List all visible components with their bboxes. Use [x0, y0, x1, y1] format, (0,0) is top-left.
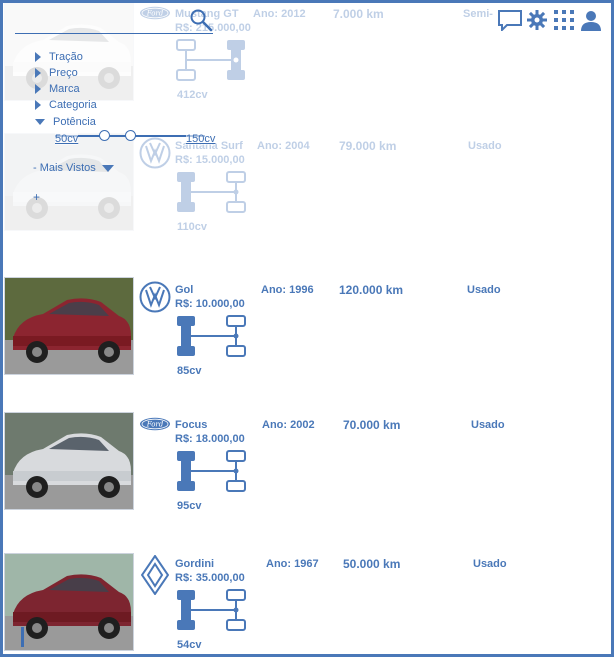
search-icon[interactable]: [189, 8, 213, 32]
car-power: 54cv: [177, 639, 202, 651]
car-year: Ano: 2002: [262, 419, 315, 431]
search-input[interactable]: [15, 33, 213, 34]
drivetrain-icon: [175, 315, 247, 359]
car-price: R$: 18.000,00: [175, 433, 245, 445]
car-price: R$: 15.000,00: [175, 154, 245, 166]
car-mileage: 79.000 km: [339, 139, 397, 153]
car-condition: Usado: [473, 558, 507, 570]
car-model: Gol: [175, 284, 194, 296]
car-price: R$: 10.000,00: [175, 298, 245, 310]
car-power: 95cv: [177, 500, 202, 512]
svg-text:Ford: Ford: [146, 421, 164, 429]
slider-min-label: 50cv: [55, 133, 79, 145]
car-condition: Usado: [471, 419, 505, 431]
filter-categoria[interactable]: Categoria: [35, 99, 97, 111]
slider-max-handle[interactable]: [125, 130, 136, 141]
app-window: Ford Mustang GT R$: 215.000,00 Ano: 2012 7.0…: [0, 0, 614, 657]
car-year: Ano: 2012: [253, 8, 306, 20]
drivetrain-icon: [175, 39, 247, 83]
expand-arrow-icon: [35, 68, 41, 78]
expand-arrow-icon: [35, 52, 41, 62]
car-mileage: 70.000 km: [343, 418, 401, 432]
ford-logo-icon: Ford: [139, 417, 171, 449]
listing-card[interactable]: Ford Focus R$: 18.000,00 Ano: 2002 70.000 km…: [3, 410, 611, 540]
user-icon[interactable]: [580, 9, 602, 31]
car-mileage: 50.000 km: [343, 557, 401, 571]
car-condition: Usado: [468, 140, 502, 152]
car-year: Ano: 1996: [261, 284, 314, 296]
filter-tracao[interactable]: Tração: [35, 51, 83, 63]
listing-card[interactable]: Gol R$: 10.000,00 Ano: 1996 120.000 km Usado…: [3, 275, 611, 405]
renault-logo-icon: [140, 554, 173, 596]
car-mileage: 7.000 km: [333, 7, 384, 21]
chevron-down-icon: [101, 164, 114, 172]
car-condition: Usado: [467, 284, 501, 296]
slider-max-label: 150cv: [186, 133, 216, 145]
grid-icon[interactable]: [553, 9, 575, 31]
collapse-arrow-icon: [35, 119, 45, 125]
car-power: 412cv: [177, 89, 208, 101]
drivetrain-icon: [175, 589, 247, 633]
car-condition: Semi-: [463, 8, 493, 20]
car-photo[interactable]: [4, 412, 134, 510]
chat-icon[interactable]: [497, 9, 523, 31]
expand-arrow-icon: [35, 84, 41, 94]
filter-preco[interactable]: Preço: [35, 67, 78, 79]
filter-potencia[interactable]: Potência: [35, 116, 96, 128]
car-year: Ano: 1967: [266, 558, 319, 570]
car-model: Gordini: [175, 558, 215, 570]
sort-dropdown[interactable]: - Mais Vistos: [33, 162, 114, 174]
car-power: 85cv: [177, 365, 202, 377]
car-model: Focus: [175, 419, 208, 431]
filter-marca[interactable]: Marca: [35, 83, 80, 95]
expand-arrow-icon: [35, 100, 41, 110]
cursor-marker: [21, 627, 24, 647]
volkswagen-logo-icon: [139, 281, 171, 313]
add-filter-button[interactable]: +: [33, 190, 40, 204]
car-photo[interactable]: [4, 277, 134, 375]
car-mileage: 120.000 km: [339, 283, 404, 297]
drivetrain-icon: [175, 171, 247, 215]
drivetrain-icon: [175, 450, 247, 494]
car-power: 110cv: [177, 221, 207, 233]
svg-text:Ford: Ford: [146, 10, 164, 18]
slider-min-handle[interactable]: [99, 130, 110, 141]
filter-panel: Tração Preço Marca Categoria Potência: [3, 3, 135, 233]
gear-icon[interactable]: [526, 9, 548, 31]
car-price: R$: 35.000,00: [175, 572, 245, 584]
volkswagen-logo-icon: [139, 137, 171, 169]
car-year: Ano: 2004: [257, 140, 310, 152]
listing-card[interactable]: Gordini R$: 35.000,00 Ano: 1967 50.000 km Us…: [3, 549, 611, 654]
